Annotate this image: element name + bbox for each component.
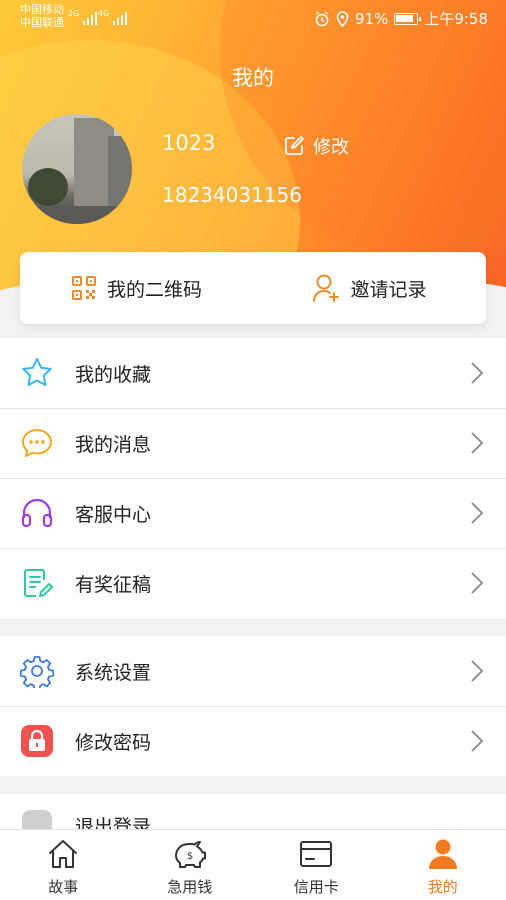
menu-item-contribution[interactable]: 有奖征稿 [0, 548, 506, 618]
qr-code-icon [71, 276, 96, 300]
star-icon [22, 358, 52, 386]
battery-icon [394, 12, 422, 25]
menu-item-messages[interactable]: 我的消息 [0, 408, 506, 478]
location-icon [336, 10, 349, 27]
signal-4g-icon: 4G [98, 9, 128, 25]
document-edit-icon [24, 569, 53, 597]
carrier-names: 中国移动 中国联通 [20, 3, 64, 29]
headset-icon [21, 498, 53, 528]
menu-label: 有奖征稿 [75, 573, 152, 596]
chevron-right-icon [471, 362, 484, 384]
clock: 上午9:58 [424, 10, 488, 28]
menu-item-settings[interactable]: 系统设置 [0, 636, 506, 706]
home-icon [49, 840, 78, 868]
invite-records-label: 邀请记录 [350, 278, 427, 301]
tab-label: 我的 [427, 878, 458, 896]
menu-group-1: 我的收藏 我的消息 客服中心 有奖征稿 [0, 338, 506, 618]
edit-icon [285, 136, 304, 155]
tab-credit-card[interactable]: 信用卡 [253, 830, 380, 900]
phone-number: 18234031156 [162, 183, 302, 207]
user-add-icon [313, 274, 340, 302]
piggy-bank-icon: $ [174, 841, 206, 868]
menu-label: 我的收藏 [75, 363, 152, 386]
carrier-1: 中国移动 [20, 3, 64, 16]
tab-story[interactable]: 故事 [0, 830, 127, 900]
avatar[interactable] [22, 114, 132, 224]
menu-label: 我的消息 [75, 433, 152, 456]
menu-item-customer-service[interactable]: 客服中心 [0, 478, 506, 548]
chevron-right-icon [471, 730, 484, 752]
quick-actions-card: 我的二维码 邀请记录 [20, 252, 486, 324]
menu-item-favorites[interactable]: 我的收藏 [0, 338, 506, 408]
tab-label: 信用卡 [293, 878, 339, 896]
username: 1023 [162, 131, 216, 155]
page-title: 我的 [232, 66, 274, 90]
alarm-icon [315, 10, 329, 26]
bottom-tab-bar: 故事 $ 急用钱 信用卡 我的 [0, 829, 506, 900]
menu-item-change-password[interactable]: 修改密码 [0, 706, 506, 776]
menu-label: 客服中心 [75, 503, 152, 526]
invite-records-button[interactable]: 邀请记录 [253, 252, 486, 324]
menu-label: 系统设置 [75, 661, 152, 684]
battery-percent: 91% [354, 9, 389, 28]
credit-card-icon [300, 841, 333, 867]
user-icon [428, 839, 457, 869]
svg-text:$: $ [187, 851, 193, 862]
profile-screen: 中国移动 中国联通 2G 4G 91% 上午9:58 我的 1023 修改 18… [0, 0, 506, 900]
message-icon [22, 429, 52, 457]
my-qr-code-button[interactable]: 我的二维码 [20, 252, 253, 324]
carrier-2: 中国联通 [20, 16, 64, 29]
tab-urgent-money[interactable]: $ 急用钱 [127, 830, 254, 900]
status-bar: 中国移动 中国联通 2G 4G 91% 上午9:58 [0, 0, 506, 34]
chevron-right-icon [471, 432, 484, 454]
lock-icon [21, 725, 53, 757]
tab-mine[interactable]: 我的 [380, 830, 506, 900]
signal-2g-icon: 2G [68, 9, 98, 25]
gear-icon [20, 656, 54, 688]
chevron-right-icon [471, 660, 484, 682]
chevron-right-icon [471, 502, 484, 524]
edit-profile-button[interactable]: 修改 [283, 133, 349, 159]
tab-label: 急用钱 [167, 878, 213, 896]
tab-label: 故事 [48, 878, 79, 896]
chevron-right-icon [471, 572, 484, 594]
my-qr-code-label: 我的二维码 [106, 278, 202, 301]
menu-group-2: 系统设置 修改密码 [0, 636, 506, 776]
menu-label: 修改密码 [75, 731, 152, 754]
edit-label: 修改 [313, 137, 349, 158]
